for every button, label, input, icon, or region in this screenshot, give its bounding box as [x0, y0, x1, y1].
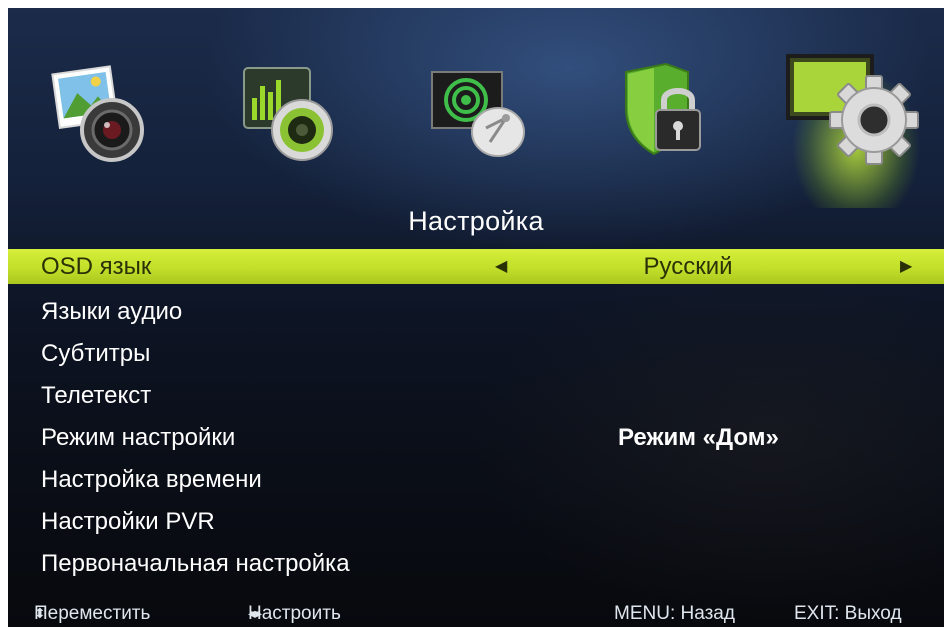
menu-item-label: Языки аудио [41, 298, 183, 325]
menu-category-bar [8, 8, 944, 208]
menu-item-time-settings[interactable]: Настройка времени [8, 459, 944, 501]
arrow-left-icon[interactable]: ◀ [495, 249, 507, 284]
menu-item-label: Настройки PVR [41, 508, 215, 535]
hint-adjust-label: Настроить [248, 603, 341, 624]
footer-hint-bar: ⬍ Переместить ◂▸ Настроить MENU: Назад EXI… [8, 600, 944, 627]
menu-item-osd-language[interactable]: OSD язык ◀ Русский ▶ [8, 249, 944, 284]
menu-item-label: OSD язык [41, 253, 152, 280]
lock-icon[interactable] [614, 58, 724, 168]
hint-move-label: Переместить [34, 603, 151, 624]
menu-item-value: Русский [643, 253, 733, 280]
menu-item-setup-mode[interactable]: Режим настройки Режим «Дом» [8, 417, 944, 459]
menu-item-audio-languages[interactable]: Языки аудио [8, 291, 944, 333]
menu-title: Настройка [408, 206, 544, 236]
hint-menu-back: MENU: Назад [614, 603, 735, 624]
menu-item-label: Телетекст [41, 382, 152, 409]
menu-item-pvr-settings[interactable]: Настройки PVR [8, 501, 944, 543]
arrow-right-icon[interactable]: ▶ [900, 249, 912, 284]
menu-item-label: Режим настройки [41, 424, 236, 451]
menu-item-initial-setup[interactable]: Первоначальная настройка [8, 543, 944, 585]
sound-icon[interactable] [236, 58, 346, 168]
tv-screen: Настройка OSD язык ◀ Русский ▶ Языки ауд… [8, 8, 944, 627]
menu-item-label: Настройка времени [41, 466, 262, 493]
settings-menu-list: OSD язык ◀ Русский ▶ Языки аудио Субтитр… [8, 249, 944, 585]
menu-item-subtitles[interactable]: Субтитры [8, 333, 944, 375]
menu-item-value: Режим «Дом» [618, 424, 779, 451]
channel-icon[interactable] [426, 58, 536, 168]
menu-item-label: Первоначальная настройка [41, 550, 350, 577]
hint-exit: EXIT: Выход [794, 603, 902, 624]
menu-item-teletext[interactable]: Телетекст [8, 375, 944, 417]
picture-icon[interactable] [46, 58, 156, 168]
menu-item-label: Субтитры [41, 340, 151, 367]
settings-gear-icon[interactable] [784, 48, 924, 168]
